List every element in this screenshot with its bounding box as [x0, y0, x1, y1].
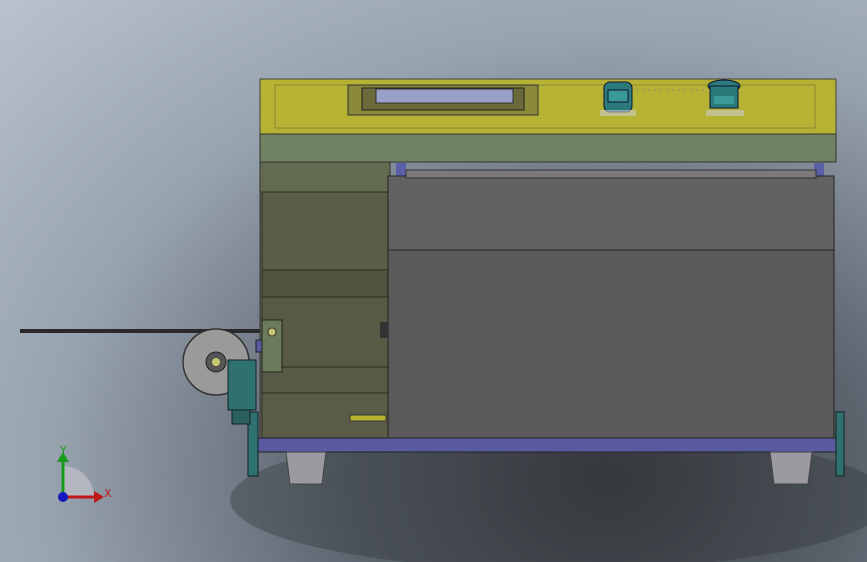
guide-roller: [267, 327, 277, 337]
cad-viewport[interactable]: Y X: [0, 0, 867, 562]
control-panel: [259, 78, 837, 135]
housing-body: [387, 249, 835, 439]
top-band: [259, 133, 837, 163]
foot-right: [769, 451, 813, 485]
clamp-left: [396, 163, 406, 177]
yellow-pin: [349, 414, 387, 422]
coordinate-triad: Y X: [57, 444, 112, 503]
x-axis-label: X: [104, 487, 112, 500]
y-axis-label: Y: [59, 444, 67, 457]
left-drawer-top: [261, 191, 389, 271]
knob-left[interactable]: [600, 81, 636, 116]
motor: [227, 359, 257, 411]
rod-clamp: [380, 322, 388, 338]
left-drawer-mid: [261, 269, 389, 298]
base-plate: [257, 437, 837, 453]
machine-model: Y X: [20, 78, 867, 562]
housing-lip: [405, 169, 817, 179]
foot-left: [285, 451, 327, 485]
knob-right[interactable]: [706, 79, 744, 116]
housing-top: [387, 175, 835, 251]
post-right: [835, 411, 845, 477]
display-screen: [375, 88, 514, 104]
motor-cap: [231, 409, 251, 425]
